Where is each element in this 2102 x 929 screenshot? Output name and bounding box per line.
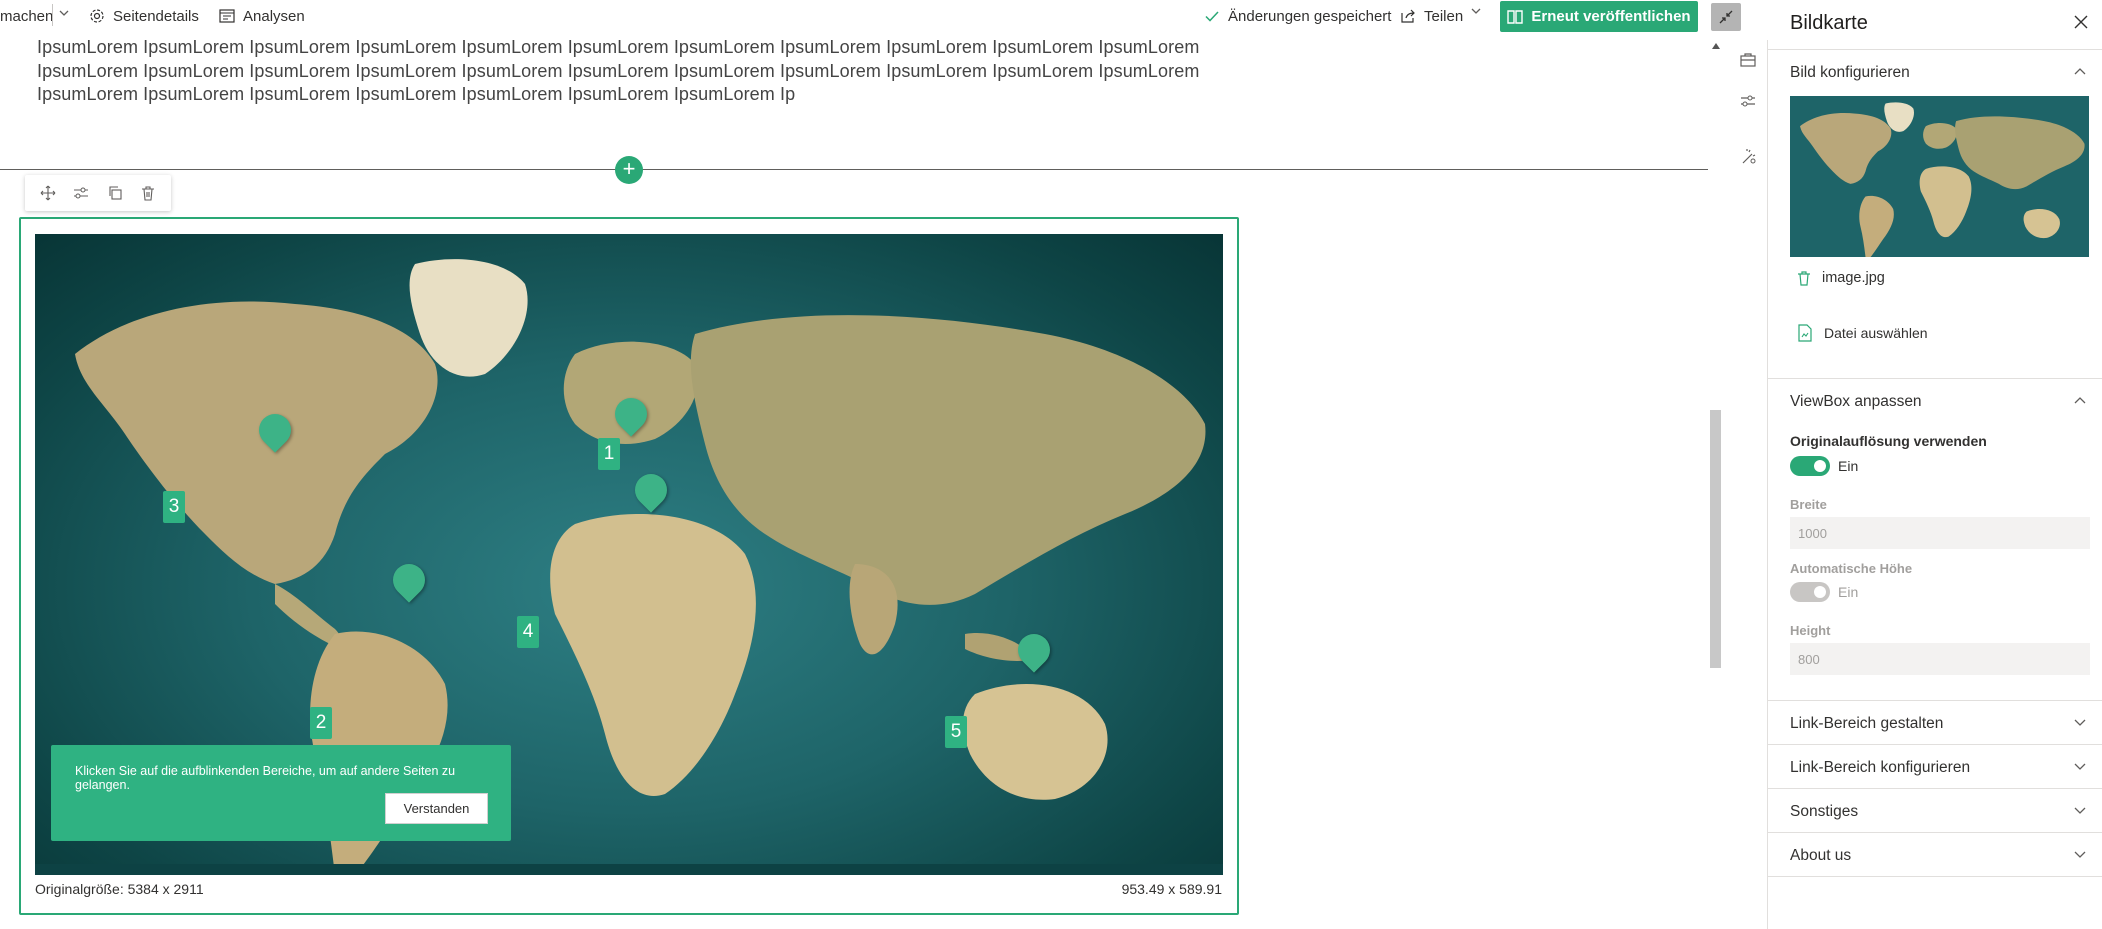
command-bar: machen Seitendetails Analysen Änderungen…	[0, 0, 1741, 32]
checkmark-icon	[1205, 11, 1219, 22]
chevron-down-icon	[1471, 8, 1481, 14]
pane-tool-strip	[1726, 40, 1768, 929]
group-label: ViewBox anpassen	[1790, 393, 1922, 410]
webpart-toolbar	[25, 175, 171, 211]
display-size-label: 953.49 x 589.91	[1121, 881, 1222, 897]
chevron-down-icon	[2074, 719, 2086, 726]
group-label: Sonstiges	[1790, 803, 1859, 820]
width-label: Breite	[1790, 497, 1827, 512]
image-thumbnail	[1790, 96, 2089, 257]
page-details-button[interactable]: Seitendetails	[89, 6, 199, 26]
toggle-state: Ein	[1838, 584, 1859, 600]
pane-title: Bildkarte	[1790, 12, 1868, 34]
analytics-label: Analysen	[243, 7, 305, 25]
toolbox-icon[interactable]	[1738, 50, 1758, 70]
file-row: image.jpg	[1796, 270, 1885, 286]
share-button[interactable]: Teilen	[1400, 6, 1487, 26]
save-status: Änderungen gespeichert	[1204, 6, 1391, 26]
group-about[interactable]: About us	[1768, 832, 2102, 876]
hotspot-badge-3[interactable]: 3	[163, 491, 185, 523]
analytics-icon	[219, 9, 235, 23]
scroll-up-arrow-icon[interactable]	[1712, 43, 1720, 49]
text-line: IpsumLorem IpsumLorem IpsumLorem IpsumLo…	[37, 84, 796, 104]
toggle-state: Ein	[1838, 458, 1859, 474]
settings-sliders-icon[interactable]	[1738, 91, 1758, 111]
delete-icon[interactable]	[1796, 270, 1812, 286]
hotspot-badge-5[interactable]: 5	[945, 716, 967, 748]
text-line: IpsumLorem IpsumLorem IpsumLorem IpsumLo…	[37, 60, 1200, 81]
original-resolution-toggle[interactable]	[1790, 456, 1830, 476]
group-label: Link-Bereich konfigurieren	[1790, 759, 1971, 776]
text-line: IpsumLorem IpsumLorem IpsumLorem IpsumLo…	[37, 37, 1200, 57]
choose-file-button[interactable]: Datei auswählen	[1796, 324, 1928, 342]
text-webpart[interactable]: IpsumLorem IpsumLorem IpsumLorem IpsumLo…	[37, 36, 1217, 107]
height-label: Height	[1790, 623, 1831, 638]
toggle-knob	[1814, 460, 1826, 472]
share-icon	[1401, 9, 1415, 23]
world-map-image: 1 2 3 4 5 Klicken Sie auf die aufblinken…	[35, 234, 1223, 875]
file-image-icon	[1798, 324, 1812, 342]
move-icon[interactable]	[37, 182, 59, 204]
original-size-label: Originalgröße: 5384 x 2911	[35, 881, 204, 897]
edit-label: machen	[0, 7, 54, 25]
property-pane: Bildkarte Bild konfigurieren image.jpg D…	[1768, 0, 2102, 929]
chevron-down-icon[interactable]	[59, 10, 69, 18]
width-input[interactable]: 1000	[1790, 517, 2090, 549]
group-misc[interactable]: Sonstiges	[1768, 788, 2102, 832]
republish-label: Erneut veröffentlichen	[1531, 8, 1691, 25]
group-viewbox[interactable]: ViewBox anpassen	[1768, 378, 2102, 422]
gear-icon	[90, 9, 104, 23]
file-name: image.jpg	[1822, 270, 1885, 286]
hotspot-badge-2[interactable]: 2	[310, 707, 332, 739]
group-link-config[interactable]: Link-Bereich konfigurieren	[1768, 744, 2102, 788]
group-link-design[interactable]: Link-Bereich gestalten	[1768, 700, 2102, 744]
auto-height-toggle[interactable]	[1790, 582, 1830, 602]
scrollbar-thumb[interactable]	[1710, 410, 1721, 668]
original-resolution-label: Originalauflösung verwenden	[1790, 433, 1987, 449]
collapse-icon	[1719, 10, 1733, 24]
group-label: Bild konfigurieren	[1790, 64, 1910, 81]
height-input[interactable]: 800	[1790, 643, 2090, 675]
page-details-label: Seitendetails	[113, 7, 199, 25]
section-divider	[0, 169, 1708, 170]
divider	[1768, 876, 2102, 877]
chevron-down-icon	[2074, 807, 2086, 814]
hotspot-badge-1[interactable]: 1	[598, 438, 620, 470]
add-section-button[interactable]: +	[615, 156, 643, 184]
collapse-pane-button[interactable]	[1711, 3, 1741, 31]
group-configure-image[interactable]: Bild konfigurieren	[1768, 49, 2102, 93]
close-icon[interactable]	[2073, 14, 2089, 30]
edit-button[interactable]: machen	[0, 6, 53, 26]
design-ideas-icon[interactable]	[1738, 148, 1758, 168]
save-status-label: Änderungen gespeichert	[1228, 7, 1392, 25]
chevron-down-icon	[2074, 851, 2086, 858]
chevron-up-icon	[2074, 397, 2086, 404]
duplicate-icon[interactable]	[104, 182, 126, 204]
settings-sliders-icon[interactable]	[70, 182, 92, 204]
book-icon	[1507, 9, 1524, 24]
chevron-down-icon	[2074, 763, 2086, 770]
analytics-button[interactable]: Analysen	[219, 6, 305, 26]
info-text: Klicken Sie auf die aufblinkenden Bereic…	[75, 764, 456, 792]
republish-button[interactable]: Erneut veröffentlichen	[1500, 1, 1698, 32]
group-label: Link-Bereich gestalten	[1790, 715, 1944, 732]
understood-button[interactable]: Verstanden	[385, 793, 488, 824]
toggle-knob	[1814, 586, 1826, 598]
share-label: Teilen	[1424, 7, 1464, 25]
divider	[52, 4, 53, 26]
info-callout: Klicken Sie auf die aufblinkenden Bereic…	[51, 745, 511, 841]
choose-file-label: Datei auswählen	[1824, 325, 1928, 341]
chevron-up-icon	[2074, 68, 2086, 75]
auto-height-label: Automatische Höhe	[1790, 561, 1913, 576]
hotspot-badge-4[interactable]: 4	[517, 616, 539, 648]
group-label: About us	[1790, 847, 1852, 864]
delete-icon[interactable]	[137, 182, 159, 204]
